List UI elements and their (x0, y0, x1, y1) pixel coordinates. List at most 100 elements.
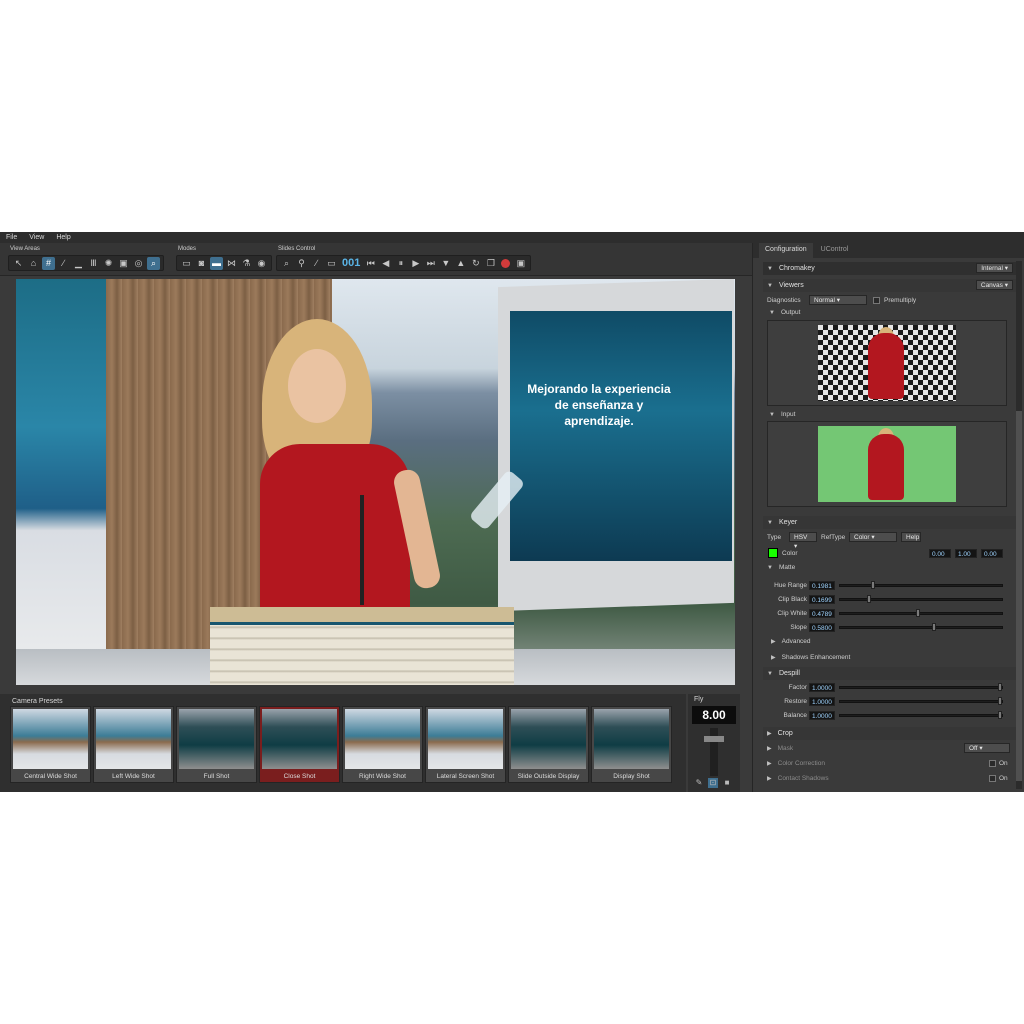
display-icon[interactable]: ▣ (514, 257, 527, 270)
slope-field[interactable]: 0.5800 (809, 623, 835, 632)
balance-slider[interactable] (839, 711, 1003, 719)
slider-handle[interactable] (932, 623, 936, 631)
preset-slide-outside-display[interactable]: Slide Outside Display (508, 706, 589, 783)
diagnostics-select[interactable]: Normal ▾ (809, 295, 867, 305)
flask-icon[interactable]: ⚗ (240, 257, 253, 270)
columns-icon[interactable]: Ⅲ (87, 257, 100, 270)
camera-icon[interactable]: ◙ (195, 257, 208, 270)
slope-slider[interactable] (839, 623, 1003, 631)
wand-icon[interactable]: ⚲ (295, 257, 308, 270)
pen-icon[interactable]: ∕ (57, 257, 70, 270)
gear-icon[interactable]: ✺ (102, 257, 115, 270)
key-color-swatch[interactable] (768, 548, 778, 558)
contact-shadows-toggle[interactable]: ▶ Contact Shadows (767, 775, 829, 782)
slider-handle[interactable] (867, 595, 871, 603)
copy-icon[interactable]: ❐ (484, 257, 497, 270)
reftype-select[interactable]: Color ▾ (849, 532, 897, 542)
scrollbar-thumb[interactable] (1016, 411, 1022, 781)
balance-field[interactable]: 1.0000 (809, 711, 835, 720)
restore-slider[interactable] (839, 697, 1003, 705)
target-icon[interactable]: ◎ (132, 257, 145, 270)
menu-help[interactable]: Help (56, 234, 70, 241)
preset-right-wide-shot[interactable]: Right Wide Shot (342, 706, 423, 783)
hue-range-field[interactable]: 0.1981 (809, 581, 835, 590)
preset-left-wide-shot[interactable]: Left Wide Shot (93, 706, 174, 783)
eye-icon[interactable]: ◉ (255, 257, 268, 270)
keyer-header[interactable]: ▼ Keyer (763, 516, 1017, 529)
select-icon[interactable]: ↖ (12, 257, 25, 270)
zoom-icon[interactable]: ⌕ (280, 257, 293, 270)
mask-select[interactable]: Off ▾ (964, 743, 1010, 753)
tab-ucontrol[interactable]: UControl (815, 243, 855, 258)
shadows-enhancement-toggle[interactable]: ▶ Shadows Enhancement (771, 654, 850, 661)
grid-icon[interactable]: # (42, 256, 55, 270)
preset-display-shot[interactable]: Display Shot (591, 706, 672, 783)
panel-scrollbar[interactable] (1016, 261, 1022, 789)
hue-range-slider[interactable] (839, 581, 1003, 589)
floor-icon[interactable]: ▁ (72, 257, 85, 270)
slider-handle[interactable] (998, 683, 1002, 691)
pause-icon[interactable]: ⏸ (394, 257, 407, 270)
bowtie-icon[interactable]: ⋈ (225, 257, 238, 270)
layout-icon[interactable]: ▣ (117, 257, 130, 270)
frame-icon[interactable]: ▭ (325, 257, 338, 270)
preset-full-shot[interactable]: Full Shot (176, 706, 257, 783)
fly-slider-handle[interactable] (704, 736, 724, 742)
viewers-target-select[interactable]: Canvas ▾ (975, 280, 1013, 290)
preset-central-wide-shot[interactable]: Central Wide Shot (10, 706, 91, 783)
output-preview (767, 320, 1007, 406)
factor-slider[interactable] (839, 683, 1003, 691)
help-button[interactable]: Help (901, 532, 921, 542)
last-slide-icon[interactable]: ⏭ (424, 257, 437, 270)
clip-black-field[interactable]: 0.1699 (809, 595, 835, 604)
monitor-icon[interactable]: ▭ (180, 257, 193, 270)
contact-shadows-checkbox[interactable] (989, 775, 996, 782)
fly-stop-icon[interactable]: ■ (722, 778, 732, 788)
refresh-icon[interactable]: ↻ (469, 257, 482, 270)
fly-value[interactable]: 8.00 (692, 706, 736, 724)
mask-toggle[interactable]: ▶ Mask (767, 745, 793, 752)
premultiply-checkbox[interactable] (873, 297, 880, 304)
crop-header[interactable]: ▶ Crop (763, 727, 1017, 740)
next-slide-icon[interactable]: ▶ (409, 257, 422, 270)
color-correction-toggle[interactable]: ▶ Color Correction (767, 760, 825, 767)
color-r-field[interactable]: 0.00 (929, 549, 951, 558)
preset-label: Lateral Screen Shot (436, 773, 495, 780)
color-g-field[interactable]: 1.00 (955, 549, 977, 558)
menu-view[interactable]: View (29, 234, 44, 241)
despill-header[interactable]: ▼ Despill (763, 667, 1017, 680)
down-icon[interactable]: ▼ (439, 257, 452, 270)
home-icon[interactable]: ⌂ (27, 257, 40, 270)
search-icon[interactable]: ⌕ (147, 256, 160, 270)
restore-field[interactable]: 1.0000 (809, 697, 835, 706)
preset-lateral-screen-shot[interactable]: Lateral Screen Shot (425, 706, 506, 783)
color-b-field[interactable]: 0.00 (981, 549, 1003, 558)
factor-field[interactable]: 1.0000 (809, 683, 835, 692)
screen-mode-icon[interactable]: ▬ (210, 256, 223, 270)
prev-slide-icon[interactable]: ◀ (379, 257, 392, 270)
left-video-wall (16, 279, 106, 649)
advanced-toggle[interactable]: ▶ Advanced (771, 638, 811, 645)
menu-file[interactable]: File (6, 234, 17, 241)
color-correction-checkbox[interactable] (989, 760, 996, 767)
brush-icon[interactable]: ∕ (310, 257, 323, 270)
preset-close-shot[interactable]: Close Shot (259, 706, 340, 783)
up-icon[interactable]: ▲ (454, 257, 467, 270)
render-viewport[interactable]: Mejorando la experiencia de enseñanza y … (16, 279, 735, 685)
slider-handle[interactable] (871, 581, 875, 589)
slider-handle[interactable] (916, 609, 920, 617)
fly-edit-icon[interactable]: ✎ (694, 778, 704, 788)
fly-mode-icon[interactable]: ⊡ (708, 778, 718, 788)
slider-handle[interactable] (998, 697, 1002, 705)
type-select[interactable]: HSV ▾ (789, 532, 817, 550)
chromakey-mode-select[interactable]: Internal ▾ (976, 263, 1013, 273)
clip-black-slider[interactable] (839, 595, 1003, 603)
clip-white-slider[interactable] (839, 609, 1003, 617)
record-icon[interactable] (499, 257, 512, 270)
tab-configuration[interactable]: Configuration (759, 243, 813, 258)
first-slide-icon[interactable]: ⏮ (364, 257, 377, 270)
clip-white-field[interactable]: 0.4789 (809, 609, 835, 618)
chromakey-header[interactable]: ▼ Chromakey Internal ▾ (763, 262, 1017, 275)
slider-handle[interactable] (998, 711, 1002, 719)
viewers-header[interactable]: ▼ Viewers Canvas ▾ (763, 279, 1017, 292)
